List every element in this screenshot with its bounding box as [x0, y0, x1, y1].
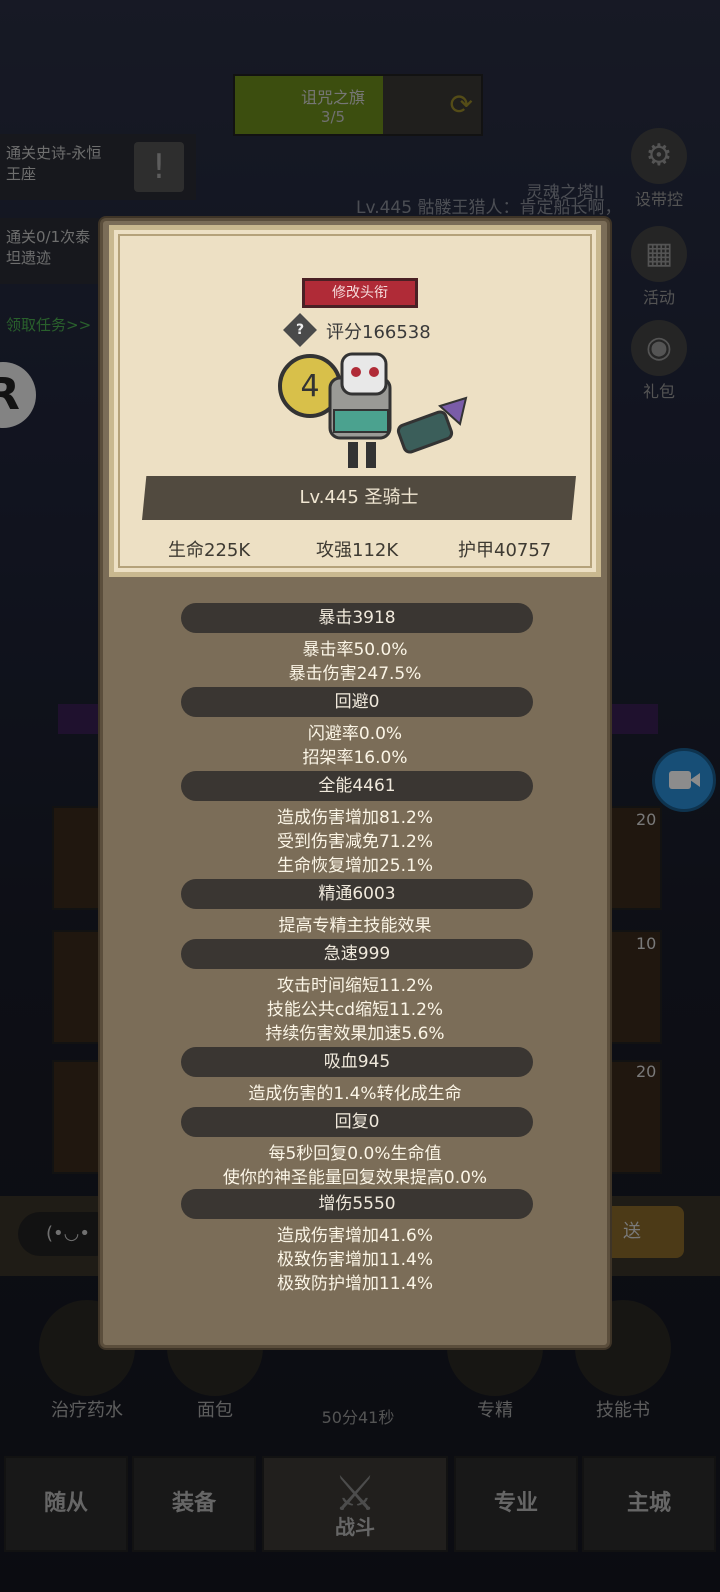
section-line: 极致防护增加11.4% [276, 1274, 433, 1294]
section-line: 造成伤害增加81.2% [276, 808, 433, 828]
section-line: 提高专精主技能效果 [278, 916, 432, 936]
section-header-haste: 急速999 [181, 939, 533, 969]
section-line: 攻击时间缩短11.2% [276, 976, 433, 996]
section-line: 使你的神圣能量回复效果提高0.0% [222, 1168, 488, 1188]
section-line: 招架率16.0% [302, 748, 408, 768]
section-header-versatility: 全能4461 [181, 771, 533, 801]
hero-name-bar: Lv.445 圣骑士 [142, 476, 576, 520]
section-header-mastery: 精通6003 [181, 879, 533, 909]
section-line: 受到伤害减免71.2% [276, 832, 433, 852]
section-line: 暴击率50.0% [302, 640, 408, 660]
character-card: 修改头衔 ? 评分166538 4 Lv.445 圣骑士 生命225K 攻强11… [109, 225, 601, 577]
section-line: 生命恢复增加25.1% [276, 856, 433, 876]
svg-text:4: 4 [300, 369, 319, 404]
section-line: 极致伤害增加11.4% [276, 1250, 433, 1270]
stat-armor: 护甲40757 [458, 540, 552, 561]
section-line: 造成伤害增加41.6% [276, 1226, 433, 1246]
section-header-damage-boost: 增伤5550 [181, 1189, 533, 1219]
section-line: 暴击伤害247.5% [288, 664, 422, 684]
stat-attack: 攻强112K [316, 540, 399, 561]
section-header-regen: 回复0 [181, 1107, 533, 1137]
section-line: 每5秒回复0.0%生命值 [268, 1144, 442, 1164]
score-text: 评分166538 [326, 322, 431, 343]
section-line: 造成伤害的1.4%转化成生命 [248, 1084, 462, 1104]
character-stats-modal: 修改头衔 ? 评分166538 4 Lv.445 圣骑士 生命225K 攻强11… [100, 218, 610, 1348]
paladin-avatar: 4 [278, 352, 468, 468]
stat-hp: 生命225K [168, 540, 251, 561]
section-header-crit: 暴击3918 [181, 603, 533, 633]
edit-title-button[interactable]: 修改头衔 [302, 278, 418, 308]
section-line: 闪避率0.0% [307, 724, 403, 744]
section-header-dodge: 回避0 [181, 687, 533, 717]
section-header-lifesteal: 吸血945 [181, 1047, 533, 1077]
section-line: 持续伤害效果加速5.6% [265, 1024, 445, 1044]
help-glyph: ? [295, 322, 305, 338]
section-line: 技能公共cd缩短11.2% [266, 1000, 444, 1020]
